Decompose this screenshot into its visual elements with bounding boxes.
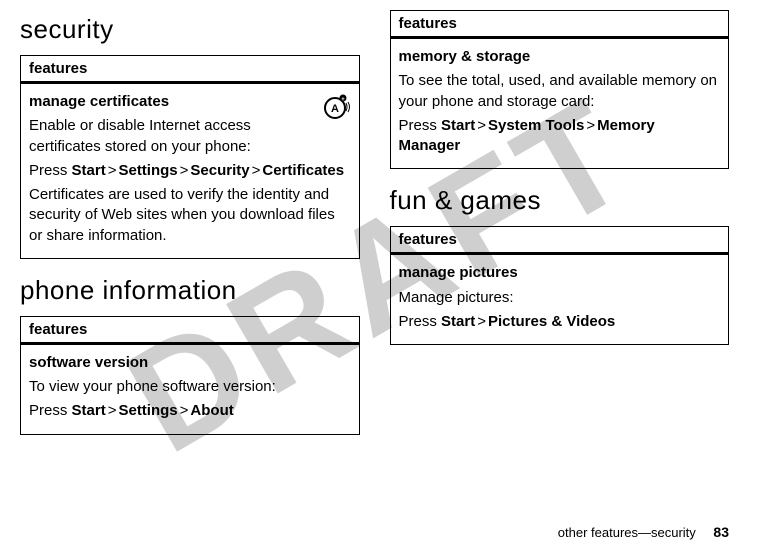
feature-description: Manage pictures: — [399, 288, 721, 308]
feature-description: To view your phone software version: — [29, 377, 351, 397]
page-footer: other features—security 83 — [558, 524, 729, 540]
press-label: Press — [399, 117, 437, 134]
right-column: features memory & storage To see the tot… — [390, 10, 730, 451]
section-heading-phone-information: phone information — [20, 275, 360, 306]
feature-note: Certificates are used to verify the iden… — [29, 185, 351, 246]
feature-title: memory & storage — [399, 47, 721, 67]
feature-box-manage-pictures: features manage pictures Manage pictures… — [390, 226, 730, 345]
feature-header: features — [391, 11, 729, 39]
footer-text: other features—security — [558, 525, 696, 540]
feature-title: software version — [29, 353, 351, 373]
section-heading-fun-games: fun & games — [390, 185, 730, 216]
nav-path: Start>System Tools>Memory Manager — [399, 117, 655, 154]
left-column: security features A + manage certificate… — [20, 10, 360, 451]
svg-text:A: A — [331, 103, 339, 115]
feature-box-software-version: features software version To view your p… — [20, 316, 360, 435]
feature-description: To see the total, used, and available me… — [399, 71, 721, 112]
feature-header: features — [391, 227, 729, 255]
nav-path: Start>Settings>About — [72, 402, 234, 419]
feature-path-line: Press Start>Settings>About — [29, 401, 351, 421]
feature-box-manage-certificates: features A + manage certificates Enable … — [20, 55, 360, 259]
page-number: 83 — [713, 524, 729, 540]
feature-path-line: Press Start>Settings>Security>Certificat… — [29, 161, 351, 181]
feature-path-line: Press Start>System Tools>Memory Manager — [399, 116, 721, 157]
feature-header: features — [21, 56, 359, 84]
section-heading-security: security — [20, 14, 360, 45]
feature-title: manage pictures — [399, 263, 721, 283]
nav-path: Start>Settings>Security>Certificates — [72, 162, 345, 179]
press-label: Press — [399, 313, 437, 330]
feature-title: manage certificates — [29, 92, 351, 112]
svg-text:+: + — [341, 97, 345, 103]
network-status-icon: A + — [321, 94, 351, 126]
press-label: Press — [29, 402, 67, 419]
feature-box-memory-storage: features memory & storage To see the tot… — [390, 10, 730, 169]
nav-path: Start>Pictures & Videos — [441, 313, 615, 330]
feature-path-line: Press Start>Pictures & Videos — [399, 312, 721, 332]
feature-description: Enable or disable Internet access certif… — [29, 116, 351, 157]
feature-header: features — [21, 317, 359, 345]
press-label: Press — [29, 162, 67, 179]
